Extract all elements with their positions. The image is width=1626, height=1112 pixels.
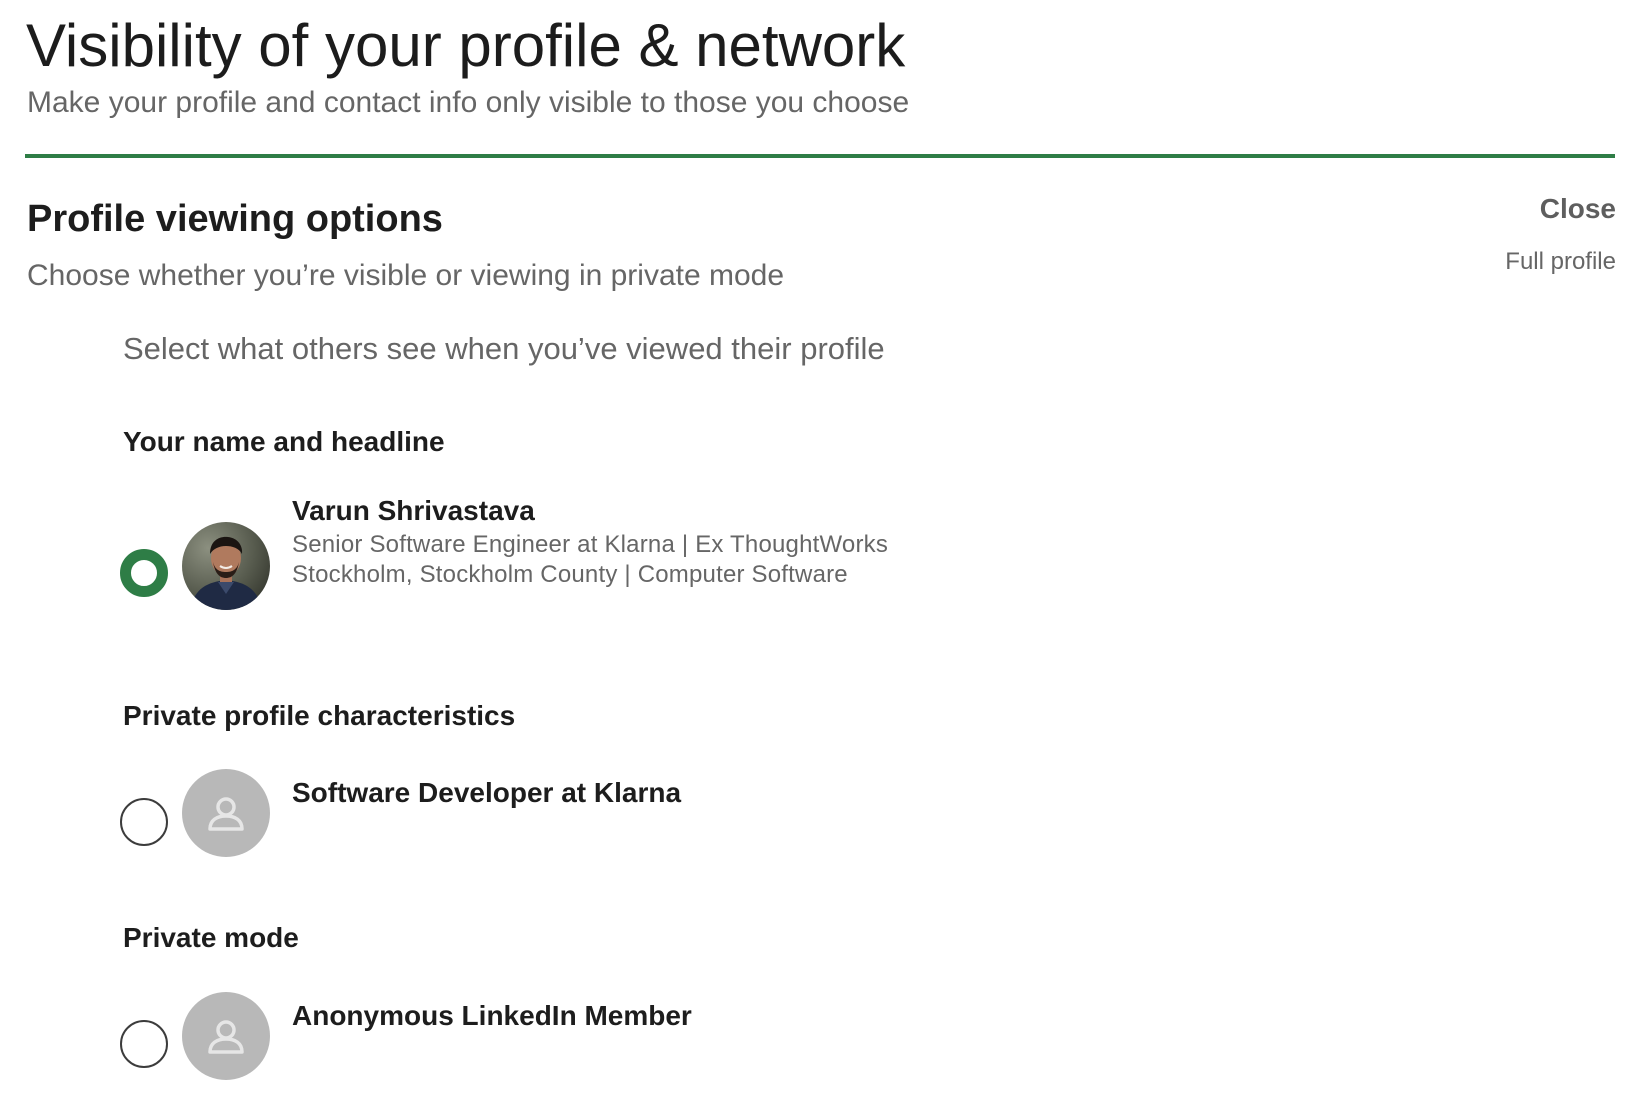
radio-private-mode[interactable] (120, 1020, 168, 1068)
option-heading: Private mode (123, 922, 299, 953)
current-setting-value: Full profile (1505, 248, 1616, 275)
selection-prompt: Select what others see when you’ve viewe… (123, 331, 885, 366)
option-heading: Private profile characteristics (123, 700, 516, 731)
radio-private-profile-characteristics[interactable] (120, 798, 168, 846)
option-name: Software Developer at Klarna (292, 777, 682, 808)
user-photo (182, 522, 270, 610)
option-name: Anonymous LinkedIn Member (292, 1000, 692, 1031)
section-description: Choose whether you’re visible or viewing… (27, 259, 785, 292)
person-placeholder-icon (182, 769, 270, 857)
page-title: Visibility of your profile & network (26, 12, 906, 79)
option-name: Varun Shrivastava (292, 495, 535, 526)
page-subtitle: Make your profile and contact info only … (27, 86, 910, 119)
option-headline: Senior Software Engineer at Klarna | Ex … (292, 531, 889, 558)
radio-name-and-headline[interactable] (120, 549, 168, 597)
option-heading: Your name and headline (123, 426, 445, 457)
person-placeholder-icon (182, 992, 270, 1080)
close-button[interactable]: Close (1540, 192, 1616, 226)
profile-photo-avatar (182, 522, 270, 610)
option-location: Stockholm, Stockholm County | Computer S… (292, 561, 848, 588)
header-divider (25, 154, 1615, 158)
section-title: Profile viewing options (27, 198, 443, 240)
